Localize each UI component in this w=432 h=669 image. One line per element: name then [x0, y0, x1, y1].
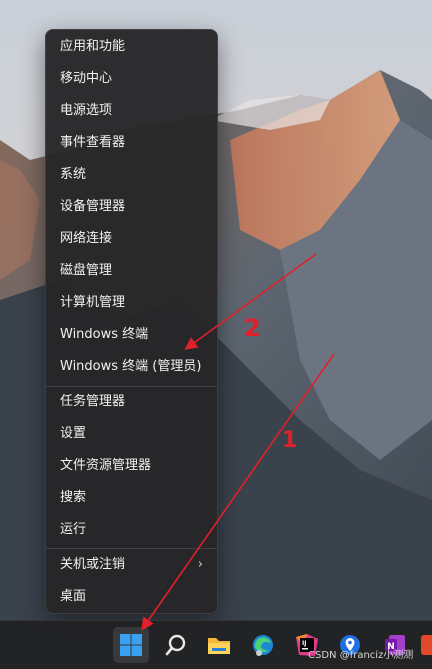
file-explorer-button[interactable] [201, 627, 237, 663]
menu-item-system[interactable]: 系统 [50, 161, 213, 189]
menu-item-event-viewer[interactable]: 事件查看器 [50, 129, 213, 157]
menu-item-file-explorer[interactable]: 文件资源管理器 [50, 452, 213, 480]
menu-item-mobility-center[interactable]: 移动中心 [50, 65, 213, 93]
menu-item-windows-terminal[interactable]: Windows 终端 [50, 321, 213, 349]
menu-item-settings[interactable]: 设置 [50, 420, 213, 448]
overflow-app-button[interactable] [421, 627, 432, 663]
menu-item-label: 应用和功能 [60, 39, 126, 54]
menu-item-disk-management[interactable]: 磁盘管理 [50, 257, 213, 285]
menu-separator [46, 548, 217, 549]
menu-item-device-manager[interactable]: 设备管理器 [50, 193, 213, 221]
chevron-right-icon: › [197, 557, 203, 572]
menu-item-label: 文件资源管理器 [60, 458, 152, 473]
menu-item-label: 搜索 [60, 490, 87, 505]
menu-item-power-options[interactable]: 电源选项 [50, 97, 213, 125]
menu-item-label: 电源选项 [60, 103, 113, 118]
start-button[interactable] [113, 627, 149, 663]
winx-context-menu: 应用和功能 移动中心 电源选项 事件查看器 系统 设备管理器 网络连接 磁盘管理… [45, 29, 218, 614]
app-icon [421, 635, 432, 655]
menu-item-label: 设置 [60, 426, 87, 441]
menu-item-task-manager[interactable]: 任务管理器 [50, 388, 213, 416]
taskbar: IJ N [0, 620, 432, 669]
menu-item-computer-management[interactable]: 计算机管理 [50, 289, 213, 317]
menu-separator [46, 386, 217, 387]
file-explorer-icon [208, 638, 230, 654]
menu-item-search[interactable]: 搜索 [50, 484, 213, 512]
search-icon [165, 634, 186, 656]
menu-item-label: 系统 [60, 167, 87, 182]
menu-item-shutdown-signout[interactable]: 关机或注销 › [50, 551, 213, 579]
menu-item-label: 关机或注销 [60, 557, 126, 572]
menu-item-label: 事件查看器 [60, 135, 126, 150]
search-button[interactable] [158, 627, 194, 663]
menu-item-label: Windows 终端 [60, 327, 149, 342]
menu-item-apps-features[interactable]: 应用和功能 [50, 33, 213, 61]
edge-button[interactable] [245, 627, 281, 663]
menu-item-label: 任务管理器 [60, 394, 126, 409]
menu-item-label: 网络连接 [60, 231, 113, 246]
watermark: CSDN @franciz小测测 [308, 650, 414, 661]
menu-item-label: 运行 [60, 522, 87, 537]
menu-item-label: 计算机管理 [60, 295, 126, 310]
menu-item-network-connections[interactable]: 网络连接 [50, 225, 213, 253]
start-icon [120, 634, 142, 656]
menu-item-windows-terminal-admin[interactable]: Windows 终端 (管理员) [50, 353, 213, 381]
edge-icon [253, 635, 273, 656]
menu-item-label: Windows 终端 (管理员) [60, 359, 202, 374]
menu-item-run[interactable]: 运行 [50, 516, 213, 544]
menu-item-label: 磁盘管理 [60, 263, 113, 278]
menu-item-label: 桌面 [60, 589, 87, 604]
svg-text:IJ: IJ [302, 640, 306, 647]
menu-item-label: 移动中心 [60, 71, 113, 86]
menu-item-desktop[interactable]: 桌面 [50, 583, 213, 611]
menu-item-label: 设备管理器 [60, 199, 126, 214]
